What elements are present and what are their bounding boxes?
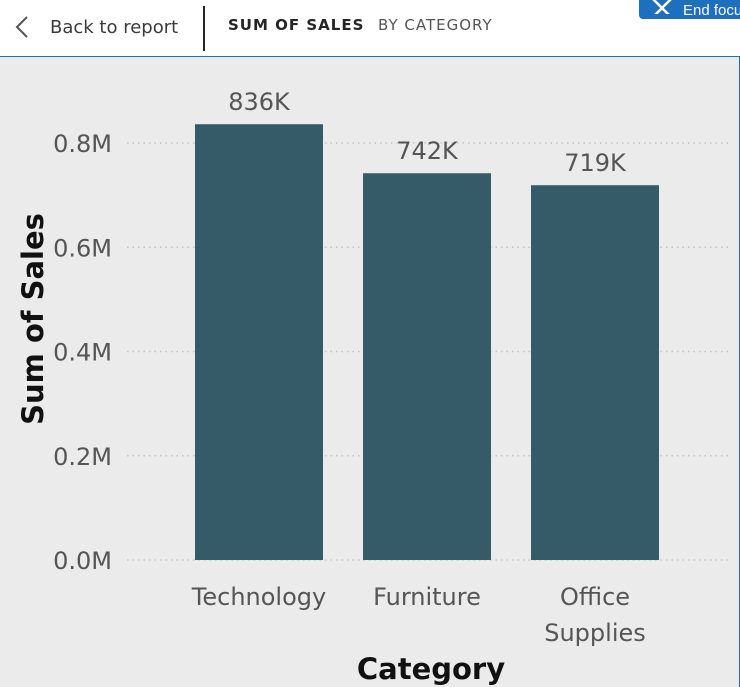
x-tick-label: Technology bbox=[191, 583, 326, 611]
bar bbox=[363, 173, 491, 561]
y-tick-label: 0.2M bbox=[53, 443, 112, 471]
y-tick-label: 0.4M bbox=[53, 339, 112, 367]
y-tick-label: 0.6M bbox=[53, 234, 112, 262]
bar bbox=[531, 185, 659, 560]
data-label: 836K bbox=[228, 88, 291, 116]
x-tick-label: Furniture bbox=[373, 583, 481, 611]
data-label: 719K bbox=[564, 149, 627, 177]
bar-chart: 0.0M 0.2M 0.4M 0.6M 0.8M 836K Technology 742K Fu… bbox=[53, 88, 730, 647]
y-tick-label: 0.0M bbox=[53, 547, 112, 575]
data-label: 742K bbox=[396, 137, 459, 165]
bar bbox=[195, 124, 323, 561]
x-tick-label: Office Supplies bbox=[544, 583, 646, 647]
y-tick-label: 0.8M bbox=[53, 130, 112, 158]
x-axis-title: Category bbox=[356, 652, 506, 686]
y-axis-title: Sum of Sales bbox=[16, 213, 50, 425]
